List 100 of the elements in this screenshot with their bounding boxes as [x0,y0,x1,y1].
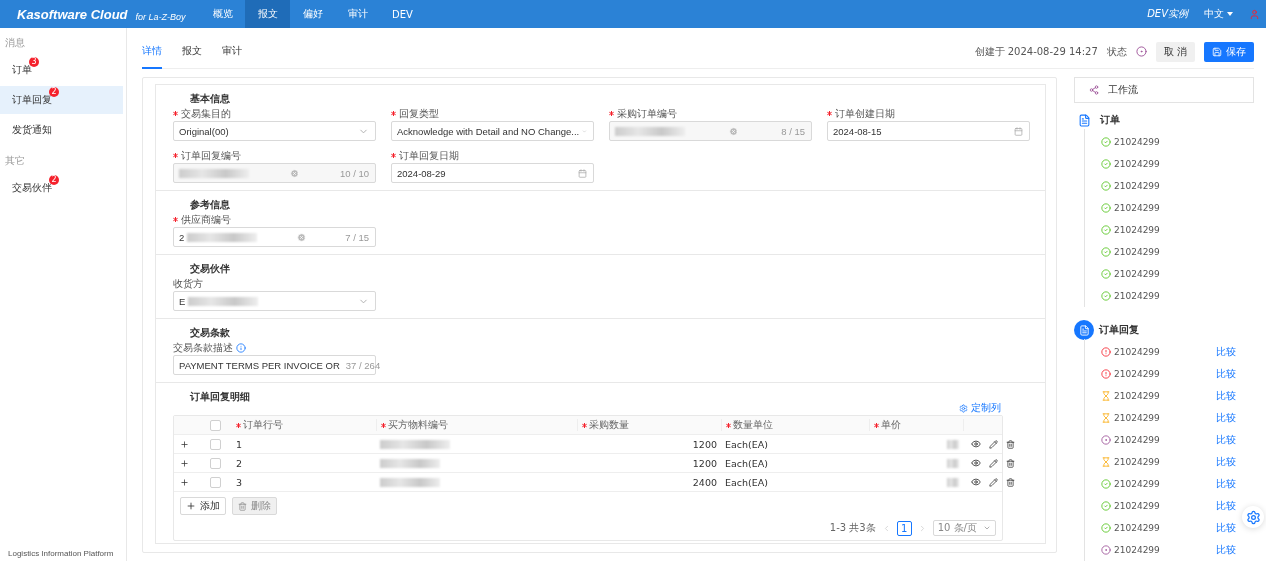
info-icon[interactable] [236,342,246,353]
blurred-text [380,439,450,449]
nav-tab[interactable]: 审计 [335,0,380,28]
view-icon[interactable] [971,477,981,487]
plus-icon [186,501,196,511]
page-size-select[interactable]: 10 条/页 [932,520,996,536]
input-field[interactable]: 2 7 / 15 [173,227,376,247]
date-field[interactable]: 2024-08-29 [391,163,594,183]
language-dropdown[interactable]: 中文 [1204,7,1233,21]
compare-link[interactable]: 比较 [1216,367,1236,381]
edit-icon[interactable] [989,477,998,487]
document-number[interactable]: 21024299 [1114,159,1160,169]
document-number[interactable]: 21024299 [1114,391,1160,401]
view-icon[interactable] [971,439,981,449]
document-number[interactable]: 21024299 [1114,247,1160,257]
count-badge: 3 [29,57,39,67]
nav-tab[interactable]: 偏好 [290,0,335,28]
row-checkbox[interactable] [210,438,221,450]
compare-link[interactable]: 比较 [1216,477,1236,491]
select-all-checkbox[interactable] [210,419,221,431]
expand-icon[interactable] [180,458,189,468]
select-field[interactable]: E [173,291,376,311]
compare-link[interactable]: 比较 [1216,543,1236,557]
document-number[interactable]: 21024299 [1114,457,1160,467]
nav-tab[interactable]: 概览 [200,0,245,28]
expand-icon[interactable] [180,477,189,487]
add-button[interactable]: 添加 [180,497,226,515]
sidebar-item[interactable]: 发货通知 [0,116,123,144]
sidebar-item[interactable]: 订单回复 2 [0,86,123,114]
delete-icon[interactable] [1006,477,1015,487]
nav-tab[interactable]: 报文 [245,0,290,28]
delete-icon[interactable] [1006,439,1015,449]
field-label: 订单创建日期 [835,106,895,121]
settings-button[interactable] [1242,506,1264,528]
edit-icon[interactable] [989,439,998,449]
tab[interactable]: 详情 [142,34,162,69]
document-number[interactable]: 21024299 [1114,545,1160,555]
table-cell-text: 3 [235,476,244,488]
compare-link[interactable]: 比较 [1216,345,1236,359]
brand-name: Kasoftware Cloud [17,6,128,22]
row-checkbox[interactable] [210,457,221,469]
sidebar-item[interactable]: 订单 3 [0,56,123,84]
instance-label: DEV实例 [1147,7,1188,21]
date-field[interactable]: 2024-08-15 [827,121,1030,141]
document-number[interactable]: 21024299 [1114,413,1160,423]
pagination-summary: 1-3 共3条 [829,521,876,535]
clear-icon[interactable] [296,232,306,242]
sidebar-item[interactable]: 交易伙伴 2 [0,174,123,202]
calendar-icon [1014,126,1023,136]
brand-subtitle: for La-Z-Boy [135,12,186,22]
blurred-text [380,458,440,468]
compare-link[interactable]: 比较 [1216,455,1236,469]
share-nodes-icon [1089,85,1099,95]
edit-icon[interactable] [989,458,998,468]
tab[interactable]: 审计 [222,34,242,69]
document-number[interactable]: 21024299 [1114,269,1160,279]
compare-link[interactable]: 比较 [1216,499,1236,513]
view-icon[interactable] [971,458,981,468]
blurred-text [947,458,959,468]
delete-icon[interactable] [1006,458,1015,468]
document-number[interactable]: 21024299 [1114,501,1160,511]
tab[interactable]: 报文 [182,34,202,69]
calendar-icon [578,168,587,178]
table-cell-text: Each(EA) [724,438,769,450]
field-label: 订单回复编号 [181,148,241,163]
field-label: 交易条款描述 [173,340,233,355]
field-value: Original(00) [179,125,229,137]
compare-link[interactable]: 比较 [1216,433,1236,447]
compare-link[interactable]: 比较 [1216,521,1236,535]
field-value: 2 [179,231,185,243]
clear-icon[interactable] [728,126,738,136]
document-number[interactable]: 21024299 [1114,347,1160,357]
count-badge: 2 [49,175,59,185]
document-number[interactable]: 21024299 [1114,523,1160,533]
compare-link[interactable]: 比较 [1216,389,1236,403]
customize-columns-link[interactable]: 定制列 [959,401,1001,415]
select-field[interactable]: Original(00) [173,121,376,141]
document-number[interactable]: 21024299 [1114,369,1160,379]
page-number[interactable]: 1 [896,520,912,536]
document-number[interactable]: 21024299 [1114,479,1160,489]
table-cell-text: 1 [235,438,244,450]
field-value: Acknowledge with Detail and NO Change... [397,125,580,137]
document-number[interactable]: 21024299 [1114,137,1160,147]
expand-icon[interactable] [180,439,189,449]
field-label: 供应商编号 [181,212,231,227]
compare-link[interactable]: 比较 [1216,411,1236,425]
document-number[interactable]: 21024299 [1114,225,1160,235]
clear-icon[interactable] [289,168,299,178]
document-number[interactable]: 21024299 [1114,435,1160,445]
nav-tab[interactable]: DEV [380,0,425,28]
save-button[interactable]: 保存 [1204,41,1254,62]
workflow-group-title: 订单回复 [1099,323,1139,337]
character-counter: 7 / 15 [345,231,369,243]
document-number[interactable]: 21024299 [1114,203,1160,213]
document-number[interactable]: 21024299 [1114,181,1160,191]
select-field[interactable]: Acknowledge with Detail and NO Change... [391,121,594,141]
cancel-button[interactable]: 取 消 [1155,41,1195,62]
row-checkbox[interactable] [210,476,221,488]
caret-icon [1227,12,1233,16]
document-number[interactable]: 21024299 [1114,291,1160,301]
